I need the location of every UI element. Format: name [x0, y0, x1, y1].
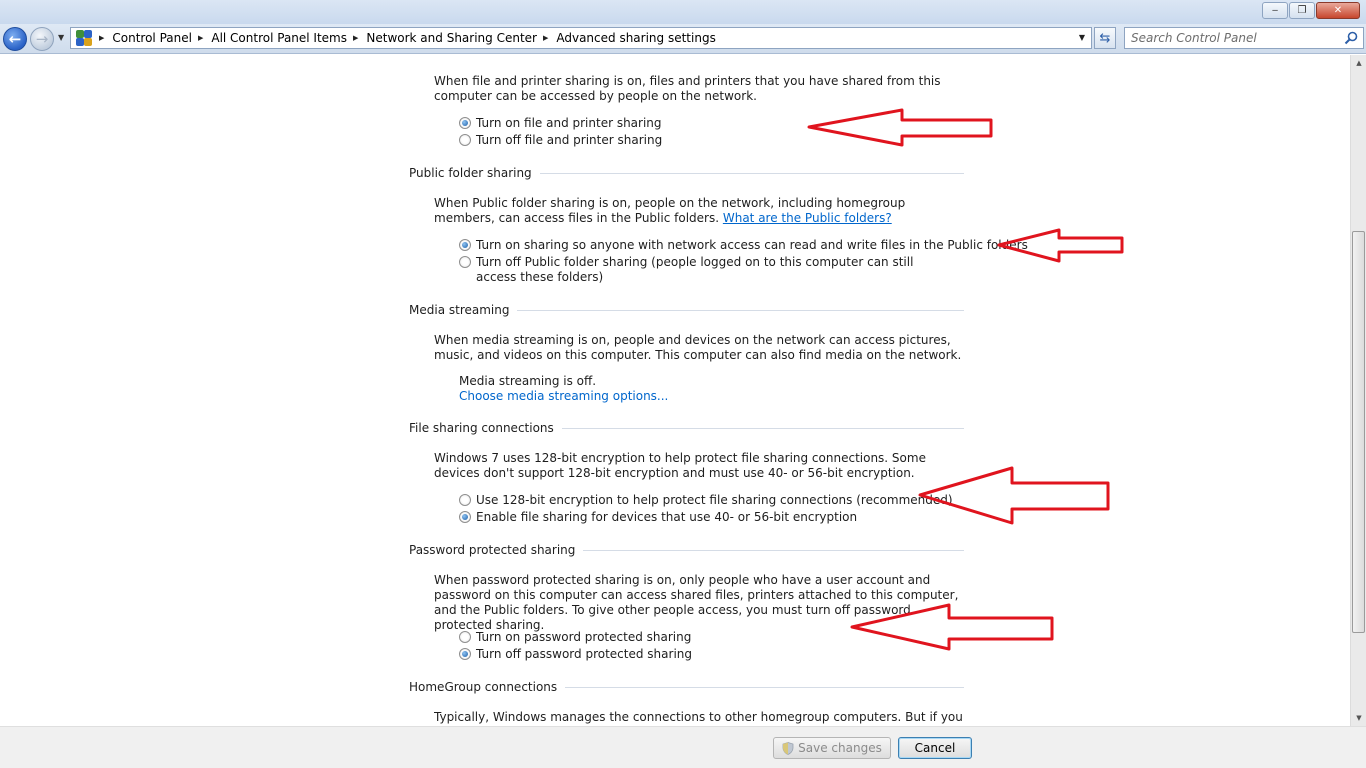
- section-title: HomeGroup connections: [409, 680, 558, 694]
- window-controls: ‒ ❐ ✕: [1262, 2, 1360, 19]
- control-panel-icon: [75, 29, 93, 47]
- file-printer-sharing-description: When file and printer sharing is on, fil…: [434, 74, 941, 103]
- media-streaming-options-link[interactable]: Choose media streaming options...: [459, 389, 668, 404]
- section-title: Media streaming: [409, 303, 510, 317]
- breadcrumb-network-sharing-center[interactable]: Network and Sharing Center: [366, 31, 537, 45]
- radio-button[interactable]: [459, 256, 471, 268]
- button-label[interactable]: Cancel: [915, 741, 956, 755]
- annotation-arrow-icon: [807, 108, 993, 147]
- minimize-button[interactable]: ‒: [1262, 2, 1288, 19]
- breadcrumb-separator-icon[interactable]: ▶: [543, 34, 548, 42]
- radio-128bit-encryption[interactable]: Use 128-bit encryption to help protect f…: [459, 493, 953, 508]
- radio-button[interactable]: [459, 648, 471, 660]
- radio-label[interactable]: Turn on password protected sharing: [476, 630, 691, 645]
- breadcrumb-separator-icon[interactable]: ▶: [353, 34, 358, 42]
- section-title: File sharing connections: [409, 421, 554, 435]
- radio-label[interactable]: Turn off password protected sharing: [476, 647, 692, 662]
- annotation-arrow-icon: [918, 466, 1110, 525]
- section-divider: [517, 309, 964, 311]
- radio-button[interactable]: [459, 494, 471, 506]
- shield-icon: [782, 741, 794, 755]
- scrollbar-thumb[interactable]: [1352, 231, 1365, 633]
- file-sharing-connections-description: Windows 7 uses 128-bit encryption to hel…: [434, 451, 926, 480]
- password-protected-sharing-header: Password protected sharing: [409, 543, 964, 557]
- vertical-scrollbar[interactable]: ▲ ▼: [1350, 55, 1366, 726]
- cancel-button[interactable]: Cancel: [898, 737, 972, 759]
- back-button[interactable]: ←: [3, 27, 27, 51]
- radio-file-printer-on[interactable]: Turn on file and printer sharing: [459, 116, 662, 131]
- radio-label[interactable]: Enable file sharing for devices that use…: [476, 510, 857, 525]
- radio-file-printer-off[interactable]: Turn off file and printer sharing: [459, 133, 662, 148]
- section-divider: [565, 686, 964, 688]
- annotation-arrow-icon: [997, 228, 1124, 263]
- recent-pages-dropdown[interactable]: ▼: [58, 33, 64, 42]
- section-divider: [561, 427, 964, 429]
- breadcrumb-advanced-sharing-settings[interactable]: Advanced sharing settings: [556, 31, 715, 45]
- radio-public-folder-off[interactable]: Turn off Public folder sharing (people l…: [459, 255, 949, 285]
- scroll-up-icon[interactable]: ▲: [1353, 57, 1365, 69]
- address-bar: ← → ▼ ▶ Control Panel ▶ All Control Pane…: [0, 24, 1366, 54]
- radio-label[interactable]: Turn off file and printer sharing: [476, 133, 662, 148]
- radio-button[interactable]: [459, 117, 471, 129]
- radio-button[interactable]: [459, 631, 471, 643]
- button-label[interactable]: Save changes: [798, 741, 882, 755]
- search-box[interactable]: [1124, 27, 1364, 49]
- radio-label[interactable]: Turn on file and printer sharing: [476, 116, 662, 131]
- media-streaming-description: When media streaming is on, people and d…: [434, 333, 962, 362]
- public-folders-help-link[interactable]: What are the Public folders?: [723, 211, 892, 225]
- address-dropdown-icon[interactable]: ▼: [1079, 33, 1085, 42]
- homegroup-connections-description: Typically, Windows manages the connectio…: [434, 710, 963, 724]
- media-streaming-header: Media streaming: [409, 303, 964, 317]
- breadcrumb-separator-icon[interactable]: ▶: [99, 34, 104, 42]
- radio-password-sharing-on[interactable]: Turn on password protected sharing: [459, 630, 691, 645]
- section-divider: [539, 172, 964, 174]
- radio-40-56bit-encryption[interactable]: Enable file sharing for devices that use…: [459, 510, 857, 525]
- forward-button[interactable]: →: [30, 27, 54, 51]
- public-folder-sharing-description: When Public folder sharing is on, people…: [434, 196, 964, 226]
- breadcrumb-all-control-panel-items[interactable]: All Control Panel Items: [211, 31, 347, 45]
- file-sharing-connections-header: File sharing connections: [409, 421, 964, 435]
- section-title: Password protected sharing: [409, 543, 576, 557]
- annotation-arrow-icon: [850, 603, 1054, 651]
- refresh-button[interactable]: ⇆: [1094, 27, 1116, 49]
- breadcrumb[interactable]: ▶ Control Panel ▶ All Control Panel Item…: [70, 27, 1092, 49]
- radio-label[interactable]: Turn on sharing so anyone with network a…: [476, 238, 1028, 253]
- search-input[interactable]: [1125, 31, 1335, 45]
- radio-password-sharing-off[interactable]: Turn off password protected sharing: [459, 647, 692, 662]
- radio-button[interactable]: [459, 511, 471, 523]
- maximize-button[interactable]: ❐: [1289, 2, 1315, 19]
- search-icon[interactable]: [1344, 31, 1358, 45]
- title-bar: ‒ ❐ ✕: [0, 0, 1366, 24]
- bottom-action-bar: Save changes Cancel: [0, 726, 1366, 768]
- radio-label[interactable]: Turn off Public folder sharing (people l…: [476, 255, 949, 285]
- public-folder-sharing-header: Public folder sharing: [409, 166, 964, 180]
- radio-public-folder-on[interactable]: Turn on sharing so anyone with network a…: [459, 238, 1028, 253]
- section-title: Public folder sharing: [409, 166, 532, 180]
- save-changes-button[interactable]: Save changes: [773, 737, 891, 759]
- breadcrumb-control-panel[interactable]: Control Panel: [112, 31, 192, 45]
- media-streaming-status: Media streaming is off.: [459, 374, 597, 388]
- homegroup-connections-header: HomeGroup connections: [409, 680, 964, 694]
- radio-button[interactable]: [459, 239, 471, 251]
- radio-button[interactable]: [459, 134, 471, 146]
- refresh-icon: ⇆: [1099, 30, 1111, 46]
- close-button[interactable]: ✕: [1316, 2, 1360, 19]
- scroll-down-icon[interactable]: ▼: [1353, 712, 1365, 724]
- radio-label[interactable]: Use 128-bit encryption to help protect f…: [476, 493, 953, 508]
- breadcrumb-separator-icon[interactable]: ▶: [198, 34, 203, 42]
- link-text[interactable]: Choose media streaming options...: [459, 389, 668, 403]
- section-divider: [583, 549, 964, 551]
